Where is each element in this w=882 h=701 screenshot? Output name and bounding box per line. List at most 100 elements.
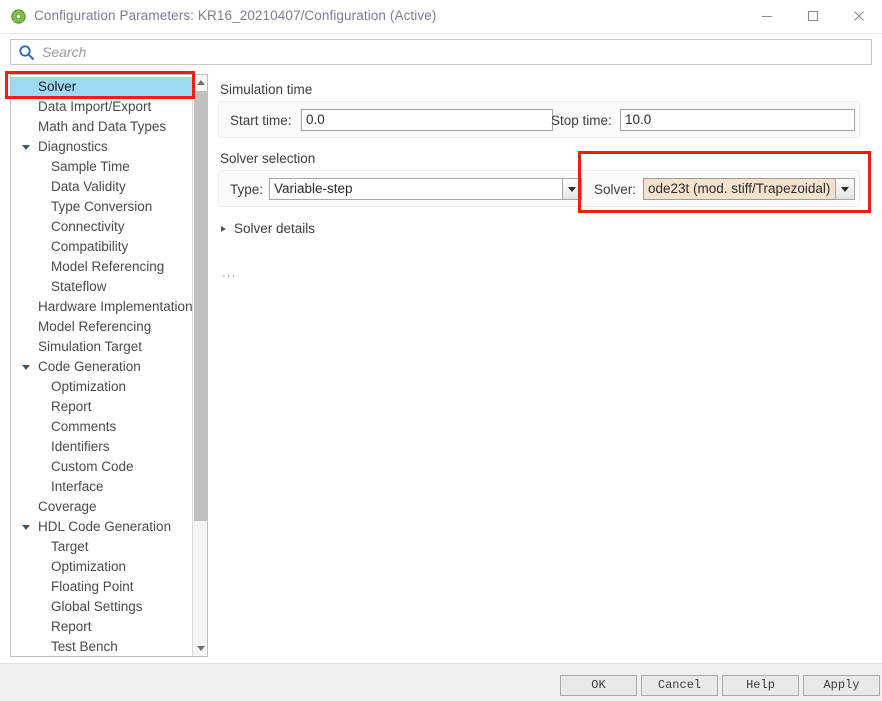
sidebar-item-interface[interactable]: Interface bbox=[11, 477, 193, 497]
sidebar-item-label: Report bbox=[51, 399, 92, 414]
sidebar-item-label: Custom Code bbox=[51, 459, 134, 474]
sidebar-item-label: Model Referencing bbox=[38, 319, 152, 334]
sidebar-item-custom-code[interactable]: Custom Code bbox=[11, 457, 193, 477]
maximize-icon bbox=[807, 10, 819, 22]
sidebar-item-hdl-code-generation[interactable]: HDL Code Generation bbox=[11, 517, 193, 537]
title-bar: Configuration Parameters: KR16_20210407/… bbox=[0, 0, 882, 34]
sidebar-item-label: Type Conversion bbox=[51, 199, 153, 214]
chevron-down-icon[interactable] bbox=[562, 178, 582, 200]
scroll-up-arrow-icon[interactable] bbox=[193, 75, 207, 90]
sidebar-item-label: Connectivity bbox=[51, 219, 125, 234]
scroll-down-arrow-icon[interactable] bbox=[193, 641, 207, 656]
chevron-down-icon[interactable] bbox=[22, 365, 30, 370]
sidebar-item-label: Global Settings bbox=[51, 599, 143, 614]
stop-time-input[interactable]: 10.0 bbox=[620, 109, 855, 131]
maximize-button[interactable] bbox=[790, 0, 836, 32]
sidebar-item-label: Floating Point bbox=[51, 579, 134, 594]
scrollbar-thumb[interactable] bbox=[194, 91, 207, 521]
solver-details-label: Solver details bbox=[234, 221, 316, 236]
solver-label: Solver: bbox=[594, 182, 637, 197]
sidebar-item-label: Comments bbox=[51, 419, 117, 434]
sidebar-item-label: Stateflow bbox=[51, 279, 107, 294]
solver-pane: Simulation time Start time: 0.0 Stop tim… bbox=[216, 74, 872, 657]
window-title: Configuration Parameters: KR16_20210407/… bbox=[34, 8, 437, 23]
sidebar-item-optimization[interactable]: Optimization bbox=[11, 377, 193, 397]
sidebar-item-label: Test Bench bbox=[51, 639, 118, 654]
sidebar-item-simulation-target[interactable]: Simulation Target bbox=[11, 337, 193, 357]
sidebar-item-label: Optimization bbox=[51, 559, 127, 574]
sidebar-item-label: Solver bbox=[38, 79, 77, 94]
apply-button[interactable]: Apply bbox=[803, 675, 880, 696]
dialog-footer: OK Cancel Help Apply bbox=[0, 663, 882, 701]
sidebar-item-label: Compatibility bbox=[51, 239, 129, 254]
sidebar-item-label: Data Import/Export bbox=[38, 99, 152, 114]
sidebar-item-comments[interactable]: Comments bbox=[11, 417, 193, 437]
sidebar-item-report[interactable]: Report bbox=[11, 397, 193, 417]
sidebar-item-type-conversion[interactable]: Type Conversion bbox=[11, 197, 193, 217]
sidebar-item-label: Target bbox=[51, 539, 89, 554]
tree-scrollbar[interactable] bbox=[192, 75, 207, 656]
sidebar-item-label: Sample Time bbox=[51, 159, 130, 174]
sidebar-item-label: Report bbox=[51, 619, 92, 634]
sidebar-item-data-validity[interactable]: Data Validity bbox=[11, 177, 193, 197]
solver-selection-group-label: Solver selection bbox=[220, 151, 316, 166]
ok-button[interactable]: OK bbox=[560, 675, 637, 696]
settings-tree-list: Solver Data Import/Export Math and Data Ty… bbox=[11, 77, 193, 656]
sidebar-item-label: Data Validity bbox=[51, 179, 126, 194]
solver-value[interactable]: ode23t (mod. stiff/Trapezoidal) bbox=[643, 178, 835, 200]
sidebar-item-label: Simulation Target bbox=[38, 339, 143, 354]
sidebar-item-code-generation[interactable]: Code Generation bbox=[11, 357, 193, 377]
sidebar-item-diagnostics[interactable]: Diagnostics bbox=[11, 137, 193, 157]
solver-type-value[interactable]: Variable-step bbox=[269, 178, 562, 200]
sidebar-item-model-referencing[interactable]: Model Referencing bbox=[11, 317, 193, 337]
sidebar-item-label: Optimization bbox=[51, 379, 127, 394]
sidebar-item-identifiers[interactable]: Identifiers bbox=[11, 437, 193, 457]
sidebar-item-data-import-export[interactable]: Data Import/Export bbox=[11, 97, 193, 117]
sidebar-item-math-and-data-types[interactable]: Math and Data Types bbox=[11, 117, 193, 137]
solver-dropdown[interactable]: ode23t (mod. stiff/Trapezoidal) bbox=[643, 178, 855, 200]
sidebar-item-label: Identifiers bbox=[51, 439, 110, 454]
sidebar-item-report[interactable]: Report bbox=[11, 617, 193, 637]
sidebar-item-label: Code Generation bbox=[38, 359, 141, 374]
close-button[interactable] bbox=[836, 0, 882, 32]
chevron-down-icon[interactable] bbox=[22, 525, 30, 530]
sidebar-item-connectivity[interactable]: Connectivity bbox=[11, 217, 193, 237]
sidebar-item-test-bench[interactable]: Test Bench bbox=[11, 637, 193, 656]
minimize-icon bbox=[762, 15, 772, 18]
sidebar-item-hardware-implementation[interactable]: Hardware Implementation bbox=[11, 297, 193, 317]
search-icon bbox=[18, 44, 35, 61]
sidebar-item-label: Model Referencing bbox=[51, 259, 165, 274]
help-button[interactable]: Help bbox=[722, 675, 799, 696]
stop-time-label: Stop time: bbox=[551, 113, 612, 128]
search-bar[interactable]: Search bbox=[10, 39, 872, 65]
close-icon bbox=[854, 11, 864, 21]
sidebar-item-global-settings[interactable]: Global Settings bbox=[11, 597, 193, 617]
minimize-button[interactable] bbox=[744, 0, 790, 32]
chevron-right-icon bbox=[221, 226, 226, 232]
content-ellipsis: ... bbox=[222, 265, 237, 280]
sidebar-item-solver[interactable]: Solver bbox=[11, 77, 193, 97]
start-time-input[interactable]: 0.0 bbox=[301, 109, 553, 131]
sidebar-item-target[interactable]: Target bbox=[11, 537, 193, 557]
sidebar-item-coverage[interactable]: Coverage bbox=[11, 497, 193, 517]
solver-type-label: Type: bbox=[230, 182, 264, 197]
sidebar-item-floating-point[interactable]: Floating Point bbox=[11, 577, 193, 597]
search-input[interactable]: Search bbox=[42, 44, 86, 60]
sidebar-item-label: Coverage bbox=[38, 499, 97, 514]
sidebar-item-optimization[interactable]: Optimization bbox=[11, 557, 193, 577]
sidebar-item-compatibility[interactable]: Compatibility bbox=[11, 237, 193, 257]
sidebar-item-model-referencing[interactable]: Model Referencing bbox=[11, 257, 193, 277]
chevron-down-icon[interactable] bbox=[22, 145, 30, 150]
simulink-config-icon bbox=[10, 8, 27, 25]
sidebar-item-label: Interface bbox=[51, 479, 104, 494]
start-time-label: Start time: bbox=[230, 113, 292, 128]
sidebar-item-label: HDL Code Generation bbox=[38, 519, 172, 534]
settings-tree-panel: Solver Data Import/Export Math and Data Ty… bbox=[10, 74, 208, 657]
sidebar-item-label: Math and Data Types bbox=[38, 119, 167, 134]
cancel-button[interactable]: Cancel bbox=[641, 675, 718, 696]
solver-type-dropdown[interactable]: Variable-step bbox=[269, 178, 582, 200]
sidebar-item-stateflow[interactable]: Stateflow bbox=[11, 277, 193, 297]
chevron-down-icon[interactable] bbox=[835, 178, 855, 200]
sidebar-item-sample-time[interactable]: Sample Time bbox=[11, 157, 193, 177]
sidebar-item-label: Diagnostics bbox=[38, 139, 108, 154]
